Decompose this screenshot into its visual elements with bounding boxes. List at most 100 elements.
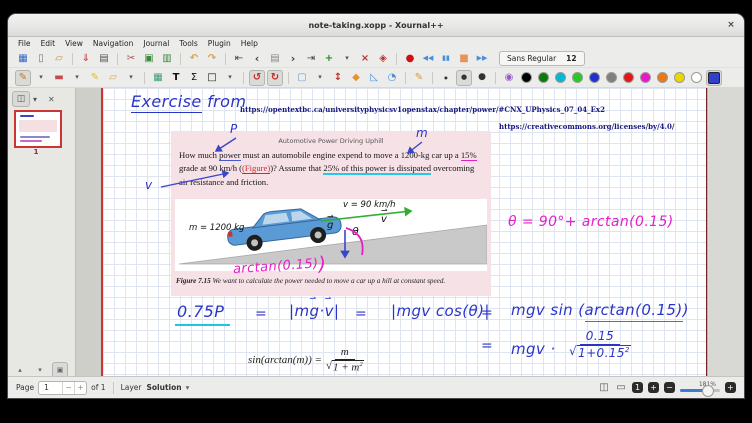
color-white[interactable] [691,72,702,83]
menu-journal[interactable]: Journal [138,38,174,49]
delete-page-button[interactable]: × [357,51,373,67]
zoom-original-button[interactable]: 1 [632,382,643,393]
print-button[interactable]: ▤ [96,51,112,67]
color-gray[interactable] [606,72,617,83]
color-green[interactable] [572,72,583,83]
export-pdf-button[interactable]: ⇓ [78,51,94,67]
menu-tools[interactable]: Tools [174,38,202,49]
fullscreen-button[interactable]: ◈ [375,51,391,67]
thumbnail-pinkbox [19,120,57,132]
open-document-button[interactable]: ▱ [51,51,67,67]
layer-value[interactable]: Solution [146,383,181,392]
menu-navigation[interactable]: Navigation [88,38,138,49]
menu-file[interactable]: File [13,38,36,49]
menu-edit[interactable]: Edit [36,38,61,49]
last-page-button[interactable]: ⇥ [303,51,319,67]
default-tool-button[interactable]: ✎ [411,70,427,86]
zoom-in-button[interactable]: + [725,382,736,393]
pen-tool-button[interactable]: ✎ [15,70,31,86]
new-page-button[interactable]: + [321,51,337,67]
page-decrement-button[interactable]: − [62,382,74,394]
page-spinbox[interactable]: 1 − + [38,381,87,395]
zoom-fit-button[interactable]: + [648,382,659,393]
menu-plugin[interactable]: Plugin [203,38,236,49]
license-url: https://creativecommons.org/licenses/by/… [499,122,674,131]
status-bar: Page 1 − + of 1 Layer Solution ▾ ◫▭1+−18… [8,376,744,398]
dual-page-view-button[interactable]: ◫ [598,382,610,393]
insert-image-button[interactable]: ▦ [150,70,166,86]
compass-button[interactable]: ◔ [384,70,400,86]
page-1-thumbnail[interactable] [14,110,62,148]
presentation-mode-button[interactable]: ▭ [615,382,627,393]
sidebar-caret-icon[interactable]: ▾ [33,95,37,104]
thickness-fine-button[interactable]: ● [438,70,454,86]
highlighter-tool-button[interactable]: ✎ [87,70,103,86]
sidebar: ◫ ▾ ✕ 1 ▴ ▾ ▣ ◎ [8,88,76,380]
stop-audio-button[interactable]: ■ [456,51,472,67]
current-color-indicator[interactable] [706,70,722,86]
first-page-button[interactable]: ⇤ [231,51,247,67]
math-tex-button[interactable]: Σ [186,70,202,86]
eraser-tool-dropdown[interactable]: ▾ [69,70,85,86]
setsquare-button[interactable]: ◺ [366,70,382,86]
menu-help[interactable]: Help [236,38,263,49]
problem-text-highlight: 15% [461,150,477,161]
problem-text-highlight: power [219,150,240,161]
zoom-out-button[interactable]: − [664,382,675,393]
hand-tool-button[interactable]: ◆ [348,70,364,86]
thickness-thick-button[interactable]: ● [474,70,490,86]
thickness-medium-button[interactable]: ● [456,70,472,86]
rect-select-dropdown[interactable]: ▾ [312,70,328,86]
page-spin-button[interactable]: ▤ [267,51,283,67]
font-button[interactable]: Sans Regular12 [499,51,585,66]
zoom-slider-track[interactable] [680,389,720,392]
separator [144,72,145,84]
color-black[interactable] [521,72,532,83]
new-page-dropdown[interactable]: ▾ [339,51,355,67]
color-cyan[interactable] [555,72,566,83]
zoom-slider-knob[interactable] [702,385,714,397]
cut-button[interactable]: ✂ [123,51,139,67]
forward-audio-button[interactable]: ▶▶ [474,51,490,67]
page-increment-button[interactable]: + [74,382,86,394]
rewind-audio-button[interactable]: ◀◀ [420,51,436,67]
menu-view[interactable]: View [60,38,88,49]
color-yellow[interactable] [674,72,685,83]
zoom-slider[interactable]: 181% [680,381,720,392]
title-bar[interactable]: note-taking.xopp - Xournal++ × [8,14,744,37]
rect-select-button[interactable]: ▢ [294,70,310,86]
record-audio-button[interactable]: ● [402,51,418,67]
pen-tool-dropdown[interactable]: ▾ [33,70,49,86]
color-magenta[interactable] [640,72,651,83]
page-preview-tab[interactable]: ◫ [12,91,30,107]
color-dark-green[interactable] [538,72,549,83]
color-red[interactable] [623,72,634,83]
undo-button[interactable]: ↶ [186,51,202,67]
document-page[interactable]: Exercise from https://opentextbc.ca/univ… [101,88,709,380]
copy-button[interactable]: ▣ [141,51,157,67]
shape-recognizer-button[interactable]: ↺ [249,70,265,86]
shape-tool-dropdown[interactable]: ▾ [222,70,238,86]
canvas-area[interactable]: Exercise from https://opentextbc.ca/univ… [76,88,744,380]
pause-audio-button[interactable]: ▮▮ [438,51,454,67]
previous-page-button[interactable]: ‹ [249,51,265,67]
new-document-button[interactable]: ▯ [33,51,49,67]
sidebar-close-icon[interactable]: ✕ [48,95,55,104]
redo-button[interactable]: ↷ [204,51,220,67]
select-pdf-text-dropdown[interactable]: ▾ [123,70,139,86]
text-tool-button[interactable]: T [168,70,184,86]
select-pdf-text-button[interactable]: ▱ [105,70,121,86]
color-blue[interactable] [589,72,600,83]
vertical-scrollbar[interactable] [707,88,744,380]
close-window-button[interactable]: × [725,19,737,31]
save-button[interactable]: ▦ [15,51,31,67]
next-page-button[interactable]: › [285,51,301,67]
snap-rotation-button[interactable]: ↻ [267,70,283,86]
paste-button[interactable]: ▥ [159,51,175,67]
color-picker-button[interactable]: ◉ [501,70,517,86]
layer-dropdown-icon[interactable]: ▾ [186,383,190,392]
eraser-tool-button[interactable]: ▬ [51,70,67,86]
vertical-space-button[interactable]: ↕ [330,70,346,86]
color-orange[interactable] [657,72,668,83]
shape-tool-button[interactable]: □ [204,70,220,86]
